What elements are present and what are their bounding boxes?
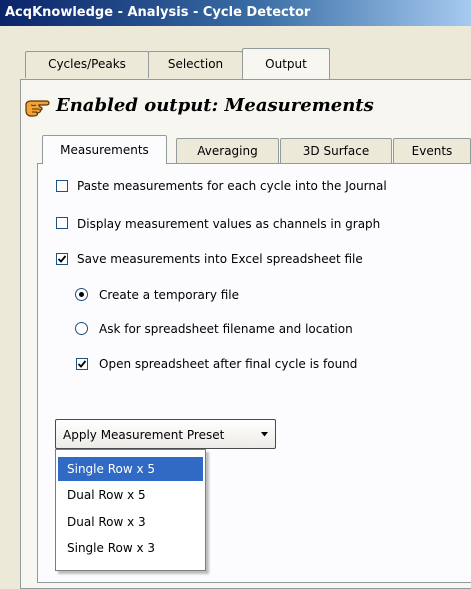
- display-channels-checkbox[interactable]: [56, 217, 68, 229]
- inner-tab-strip: Measurements Averaging 3D Surface Events: [0, 135, 471, 164]
- tab-events[interactable]: Events: [393, 138, 471, 163]
- checkmark-icon: [77, 360, 87, 368]
- tab-selection[interactable]: Selection: [148, 51, 243, 78]
- paste-journal-checkbox[interactable]: [56, 180, 68, 192]
- radio-dot-icon: [79, 292, 84, 297]
- heading-text: Enabled output: Measurements: [56, 95, 374, 116]
- menu-item-dual-row-5[interactable]: Dual Row x 5: [58, 483, 203, 507]
- save-excel-checkbox[interactable]: [56, 253, 68, 265]
- title-bar: AcqKnowledge - Analysis - Cycle Detector: [0, 0, 471, 26]
- temp-file-label[interactable]: Create a temporary file: [99, 287, 239, 303]
- menu-item-single-row-3[interactable]: Single Row x 3: [58, 536, 203, 560]
- temp-file-radio[interactable]: [75, 288, 88, 301]
- tab-output[interactable]: Output: [242, 48, 330, 79]
- menu-item-dual-row-3[interactable]: Dual Row x 3: [58, 510, 203, 534]
- ask-filename-label[interactable]: Ask for spreadsheet filename and locatio…: [99, 321, 353, 337]
- menu-item-single-row-5[interactable]: Single Row x 5: [58, 457, 203, 481]
- apply-preset-label: Apply Measurement Preset: [63, 428, 225, 442]
- display-channels-label[interactable]: Display measurement values as channels i…: [77, 216, 380, 232]
- ask-filename-radio[interactable]: [75, 322, 88, 335]
- chevron-down-icon: [261, 432, 268, 437]
- checkmark-icon: [57, 255, 67, 263]
- tab-3d-surface[interactable]: 3D Surface: [280, 138, 392, 163]
- paste-journal-label[interactable]: Paste measurements for each cycle into t…: [77, 178, 387, 194]
- save-excel-label[interactable]: Save measurements into Excel spreadsheet…: [77, 251, 363, 267]
- tab-measurements[interactable]: Measurements: [42, 135, 167, 164]
- window-title: AcqKnowledge - Analysis - Cycle Detector: [5, 5, 311, 20]
- pointing-hand-icon: [25, 100, 50, 117]
- preset-menu: Single Row x 5 Dual Row x 5 Dual Row x 3…: [55, 449, 206, 571]
- tab-cycles-peaks[interactable]: Cycles/Peaks: [25, 51, 149, 78]
- tab-averaging[interactable]: Averaging: [176, 138, 279, 163]
- open-after-checkbox[interactable]: [76, 358, 88, 370]
- apply-preset-button[interactable]: Apply Measurement Preset: [55, 419, 276, 449]
- outer-tab-strip: Cycles/Peaks Selection Output: [0, 48, 471, 80]
- open-after-label[interactable]: Open spreadsheet after final cycle is fo…: [99, 356, 357, 372]
